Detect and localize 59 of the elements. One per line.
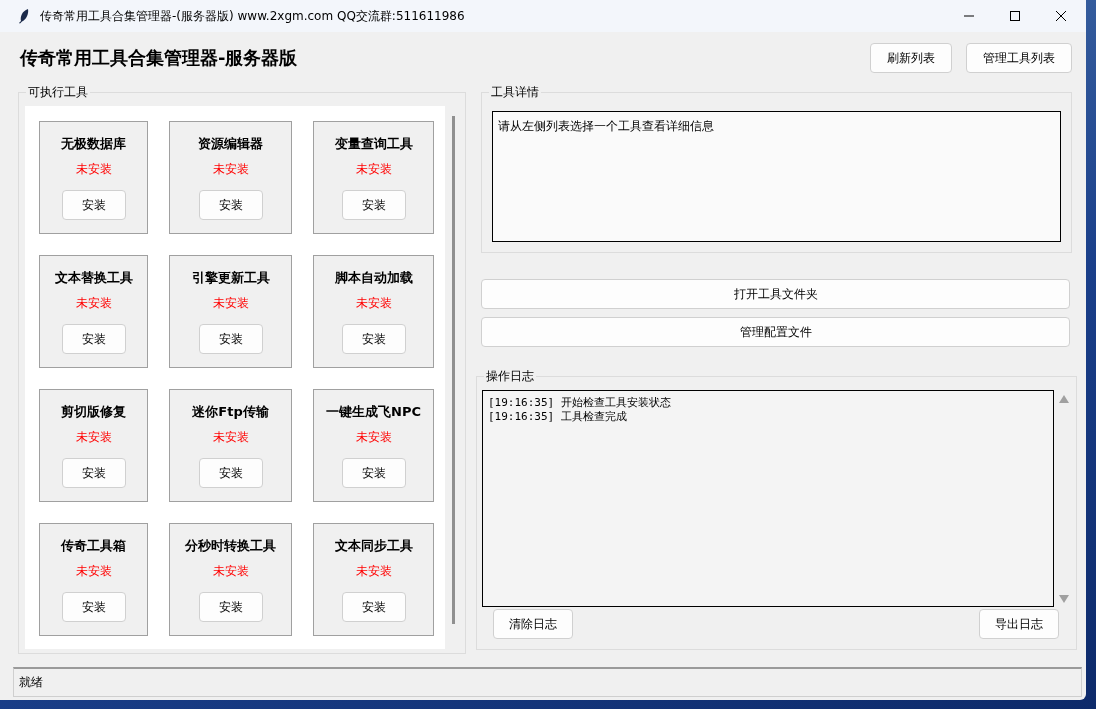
header-button[interactable]: 管理工具列表 xyxy=(966,43,1072,73)
tool-name: 变量查询工具 xyxy=(334,135,413,153)
install-button[interactable]: 安装 xyxy=(61,592,126,622)
group-label: 工具详情 xyxy=(489,85,541,99)
tool-status: 未安装 xyxy=(212,429,249,446)
app-title: 传奇常用工具合集管理器-服务器版 xyxy=(20,46,298,70)
tool-name: 文本替换工具 xyxy=(54,269,133,287)
log-text-area[interactable]: [19:16:35] 开始检查工具安装状态 [19:16:35] 工具检查完成 xyxy=(482,390,1054,607)
tool-name: 资源编辑器 xyxy=(198,135,263,153)
tool-name: 分秒时转换工具 xyxy=(185,537,276,555)
install-button[interactable]: 安装 xyxy=(61,324,126,354)
close-icon[interactable] xyxy=(1056,11,1066,21)
scroll-down-icon[interactable] xyxy=(1059,595,1069,603)
tool-status: 未安装 xyxy=(75,563,112,580)
log-line: [19:16:35] 工具检查完成 xyxy=(488,410,628,424)
details-text: 请从左侧列表选择一个工具查看详细信息 xyxy=(498,119,714,133)
tool-status: 未安装 xyxy=(355,161,392,178)
action-button[interactable]: 管理配置文件 xyxy=(481,317,1070,347)
tool-name: 传奇工具箱 xyxy=(61,537,126,555)
tool-status: 未安装 xyxy=(355,295,392,312)
install-button[interactable]: 安装 xyxy=(198,324,263,354)
tool-status: 未安装 xyxy=(75,295,112,312)
header-button[interactable]: 刷新列表 xyxy=(870,43,952,73)
log-button[interactable]: 清除日志 xyxy=(493,609,573,639)
maximize-icon[interactable] xyxy=(1010,11,1020,21)
install-button[interactable]: 安装 xyxy=(198,592,263,622)
install-button[interactable]: 安装 xyxy=(61,458,126,488)
tool-status: 未安装 xyxy=(212,161,249,178)
install-button[interactable]: 安装 xyxy=(341,324,406,354)
feather-icon xyxy=(18,8,30,24)
log-button[interactable]: 导出日志 xyxy=(979,609,1059,639)
tool-name: 文本同步工具 xyxy=(334,537,413,555)
scrollbar[interactable] xyxy=(452,116,455,624)
status-text: 就绪 xyxy=(19,674,43,691)
tool-name: 无极数据库 xyxy=(61,135,126,153)
tool-name: 脚本自动加载 xyxy=(334,269,413,287)
window-title: 传奇常用工具合集管理器-(服务器版) www.2xgm.com QQ交流群:511611986 xyxy=(40,7,465,25)
install-button[interactable]: 安装 xyxy=(341,458,406,488)
tool-name: 引擎更新工具 xyxy=(191,269,270,287)
tool-status: 未安装 xyxy=(212,563,249,580)
log-line: [19:16:35] 开始检查工具安装状态 xyxy=(488,396,672,410)
install-button[interactable]: 安装 xyxy=(198,190,263,220)
tool-name: 一键生成飞NPC xyxy=(326,403,421,421)
tool-name: 剪切版修复 xyxy=(61,403,126,421)
install-button[interactable]: 安装 xyxy=(61,190,126,220)
install-button[interactable]: 安装 xyxy=(341,190,406,220)
scroll-up-icon[interactable] xyxy=(1059,395,1069,403)
tool-status: 未安装 xyxy=(355,563,392,580)
tool-name: 迷你Ftp传输 xyxy=(192,403,269,421)
tool-status: 未安装 xyxy=(75,429,112,446)
install-button[interactable]: 安装 xyxy=(198,458,263,488)
group-label: 可执行工具 xyxy=(26,85,90,99)
group-label: 操作日志 xyxy=(484,369,536,383)
install-button[interactable]: 安装 xyxy=(341,592,406,622)
details-text-area[interactable]: 请从左侧列表选择一个工具查看详细信息 xyxy=(492,111,1061,242)
tool-status: 未安装 xyxy=(75,161,112,178)
tool-status: 未安装 xyxy=(212,295,249,312)
tool-status: 未安装 xyxy=(355,429,392,446)
action-button[interactable]: 打开工具文件夹 xyxy=(481,279,1070,309)
